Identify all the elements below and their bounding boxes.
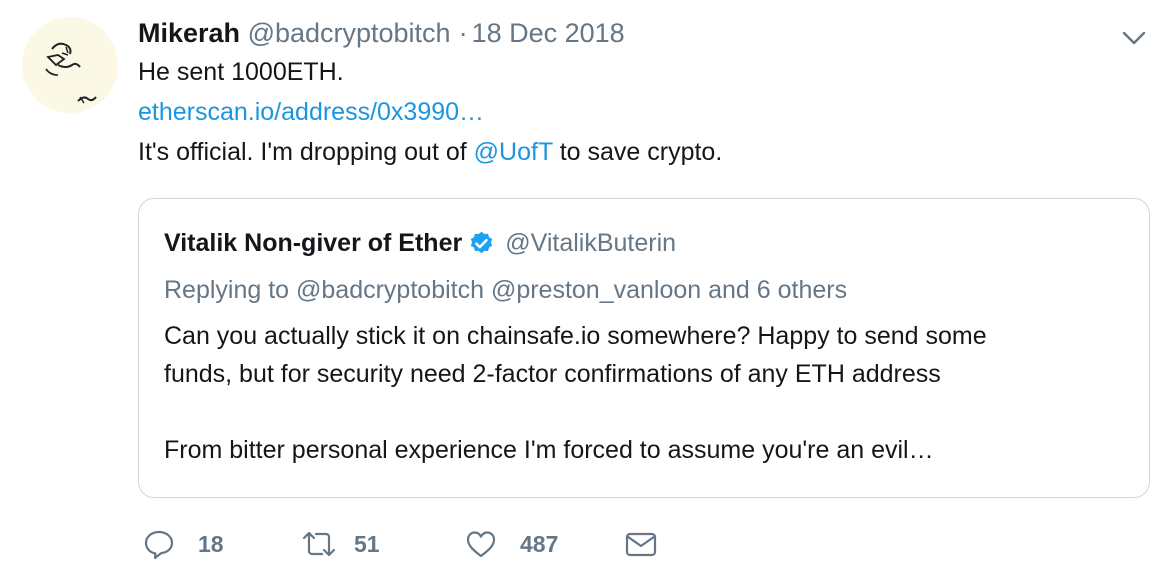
tweet-date[interactable]: 18 Dec 2018 <box>472 18 625 48</box>
tweet-text-line-3: It's official. I'm dropping out of @UofT… <box>138 132 1138 172</box>
avatar[interactable] <box>22 17 118 113</box>
quoted-text-gap <box>164 393 1124 431</box>
author-name[interactable]: Mikerah <box>138 18 240 48</box>
tweet-menu-button[interactable] <box>1118 22 1150 54</box>
quoted-text-line-3: From bitter personal experience I'm forc… <box>164 436 934 464</box>
quoted-text-line-2: funds, but for security need 2-factor co… <box>164 360 941 388</box>
quoted-tweet-content: Vitalik Non-giver of Ether @VitalikButer… <box>164 223 1124 469</box>
avatar-sketch-image <box>45 42 97 104</box>
quoted-tweet-header: Vitalik Non-giver of Ether @VitalikButer… <box>164 223 1124 263</box>
tweet-text-after-mention: to save crypto. <box>552 138 723 166</box>
etherscan-link[interactable]: etherscan.io/address/0x3990… <box>138 98 484 126</box>
envelope-icon <box>625 532 657 557</box>
quoted-tweet-text: Can you actually stick it on chainsafe.i… <box>164 317 1124 469</box>
tweet-text-line-1: He sent 1000ETH. <box>138 58 344 86</box>
mention-link[interactable]: @UofT <box>474 138 553 166</box>
quoted-author-name[interactable]: Vitalik Non-giver of Ether <box>164 223 462 263</box>
direct-message-button[interactable] <box>624 524 658 564</box>
quoted-tweet[interactable]: Vitalik Non-giver of Ether @VitalikButer… <box>138 198 1150 498</box>
retweet-button[interactable]: 51 <box>300 524 380 564</box>
reply-button[interactable]: 18 <box>142 524 224 564</box>
tweet-body: Mikerah @badcryptobitch · 18 Dec 2018 He s… <box>138 14 1138 172</box>
quoted-text-line-1: Can you actually stick it on chainsafe.i… <box>164 322 987 350</box>
retweet-icon <box>302 531 336 557</box>
like-count: 487 <box>520 530 559 557</box>
verified-badge-icon <box>471 231 493 253</box>
like-button[interactable]: 487 <box>464 524 558 564</box>
header-separator: · <box>458 18 468 48</box>
quoted-author-handle[interactable]: @VitalikButerin <box>505 223 676 263</box>
heart-icon <box>466 531 496 558</box>
reply-count: 18 <box>198 530 224 557</box>
tweet-header: Mikerah @badcryptobitch · 18 Dec 2018 <box>138 14 1138 52</box>
chevron-down-icon <box>1122 31 1146 45</box>
reply-icon <box>144 530 174 560</box>
tweet-link-line: etherscan.io/address/0x3990… <box>138 92 1138 132</box>
retweet-count: 51 <box>354 530 380 557</box>
author-handle[interactable]: @badcryptobitch <box>248 18 451 48</box>
replying-to: Replying to @badcryptobitch @preston_van… <box>164 276 848 304</box>
tweet-text-before-mention: It's official. I'm dropping out of <box>138 138 474 166</box>
